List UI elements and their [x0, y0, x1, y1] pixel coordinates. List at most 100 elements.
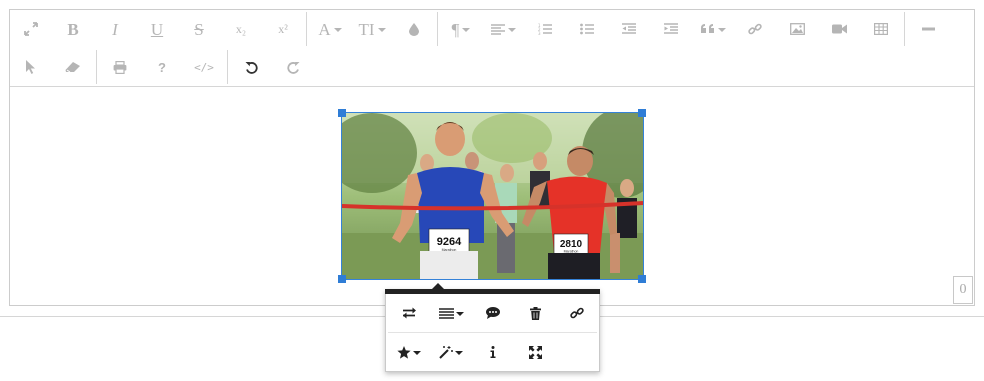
paragraph-button[interactable]: ¶: [440, 10, 482, 48]
image-icon: [789, 23, 805, 35]
resize-handle-bottom-right[interactable]: [638, 275, 646, 283]
question-icon: ?: [158, 59, 166, 75]
help-button[interactable]: ?: [141, 48, 183, 86]
quote-icon: [700, 24, 714, 33]
image-size-button[interactable]: [514, 333, 556, 371]
video-camera-icon: [831, 24, 847, 34]
swap-icon: [402, 307, 416, 319]
selected-image[interactable]: 9264 Marathon 2810 Marathon: [341, 112, 644, 280]
table-icon: [874, 23, 888, 35]
insert-table-button[interactable]: [860, 10, 902, 48]
select-all-button[interactable]: [10, 48, 52, 86]
italic-button[interactable]: I: [94, 10, 136, 48]
link-icon: [570, 307, 584, 319]
editor-content-area[interactable]: 9264 Marathon 2810 Marathon 0: [10, 87, 974, 305]
toolbar-separator: [904, 12, 905, 46]
chevron-down-icon: [455, 351, 463, 355]
font-family-button[interactable]: A: [309, 10, 351, 48]
quote-button[interactable]: [692, 10, 734, 48]
color-button[interactable]: [393, 10, 435, 48]
chevron-down-icon: [377, 28, 386, 32]
superscript-button[interactable]: x²: [262, 10, 304, 48]
align-left-icon: [490, 23, 505, 35]
undo-icon: [245, 61, 258, 74]
horizontal-line-button[interactable]: [907, 10, 949, 48]
fullscreen-button[interactable]: [10, 10, 52, 48]
popover-row-2: [388, 333, 556, 371]
print-button[interactable]: [99, 48, 141, 86]
text-height-icon: TI: [358, 19, 375, 39]
clear-formatting-button[interactable]: [52, 48, 94, 86]
toolbar-separator: [96, 50, 97, 84]
chevron-down-icon: [717, 28, 726, 32]
eraser-icon: [65, 62, 80, 73]
rich-text-editor: B I U S x₂ x² A TI ¶ 123 ? </> 9264 Mara…: [9, 9, 975, 306]
chevron-down-icon: [455, 312, 464, 316]
image-style-button[interactable]: [388, 333, 430, 371]
font-size-button[interactable]: TI: [351, 10, 393, 48]
cursor-icon: [26, 60, 35, 74]
align-icon: [438, 307, 454, 319]
editor-toolbar: B I U S x₂ x² A TI ¶ 123 ? </>: [10, 10, 974, 87]
image-popover: [385, 283, 600, 372]
align-image-button[interactable]: [430, 294, 472, 332]
image-caption-button[interactable]: [472, 294, 514, 332]
star-icon: [397, 345, 411, 359]
chevron-down-icon: [333, 28, 342, 32]
insert-link-button[interactable]: [734, 10, 776, 48]
svg-text:3: 3: [538, 31, 541, 35]
insert-image-button[interactable]: [776, 10, 818, 48]
toolbar-separator: [437, 12, 438, 46]
insert-video-button[interactable]: [818, 10, 860, 48]
resize-handle-top-left[interactable]: [338, 109, 346, 117]
link-icon: [748, 23, 762, 35]
comment-icon: [486, 307, 500, 319]
html-view-button[interactable]: </>: [183, 48, 225, 86]
superscript-icon: x²: [278, 22, 288, 36]
info-icon: [490, 346, 496, 358]
replace-image-button[interactable]: [388, 294, 430, 332]
bib-number-1: 9264: [437, 236, 462, 248]
unordered-list-button[interactable]: [566, 10, 608, 48]
resize-handle-top-right[interactable]: [638, 109, 646, 117]
toolbar-row-1: B I U S x₂ x² A TI ¶ 123: [10, 10, 949, 48]
bold-button[interactable]: B: [52, 10, 94, 48]
underline-button[interactable]: U: [136, 10, 178, 48]
ordered-list-icon: 123: [538, 23, 552, 35]
resize-handle-bottom-left[interactable]: [338, 275, 346, 283]
font-icon: A: [318, 19, 331, 39]
popover-arrow: [431, 283, 445, 290]
marathon-finish-photo: 9264 Marathon 2810 Marathon: [342, 113, 643, 279]
droplet-icon: [409, 22, 419, 36]
strikethrough-button[interactable]: S: [178, 10, 220, 48]
align-button[interactable]: [482, 10, 524, 48]
chevron-down-icon: [507, 28, 516, 32]
image-effects-button[interactable]: [430, 333, 472, 371]
minus-icon: [921, 27, 935, 31]
bib-number-2: 2810: [560, 239, 583, 250]
outdent-icon: [622, 23, 636, 34]
magic-wand-icon: [439, 346, 453, 359]
toolbar-separator: [306, 12, 307, 46]
popover-row-1: [388, 294, 598, 332]
image-link-button[interactable]: [556, 294, 598, 332]
fullsize-icon: [528, 345, 542, 359]
subscript-button[interactable]: x₂: [220, 10, 262, 48]
toolbar-row-2: ? </>: [10, 48, 314, 86]
character-counter: 0: [953, 276, 973, 304]
subscript-icon: x₂: [235, 22, 247, 36]
toolbar-separator: [227, 50, 228, 84]
underline-icon: U: [150, 19, 164, 39]
bib-caption-1: Marathon: [442, 248, 457, 252]
code-icon: </>: [194, 60, 214, 74]
chevron-down-icon: [413, 351, 421, 355]
undo-button[interactable]: [230, 48, 272, 86]
ordered-list-button[interactable]: 123: [524, 10, 566, 48]
image-alt-button[interactable]: [472, 333, 514, 371]
redo-button[interactable]: [272, 48, 314, 86]
redo-icon: [286, 61, 299, 74]
unordered-list-icon: [580, 23, 594, 35]
outdent-button[interactable]: [608, 10, 650, 48]
remove-image-button[interactable]: [514, 294, 556, 332]
indent-button[interactable]: [650, 10, 692, 48]
